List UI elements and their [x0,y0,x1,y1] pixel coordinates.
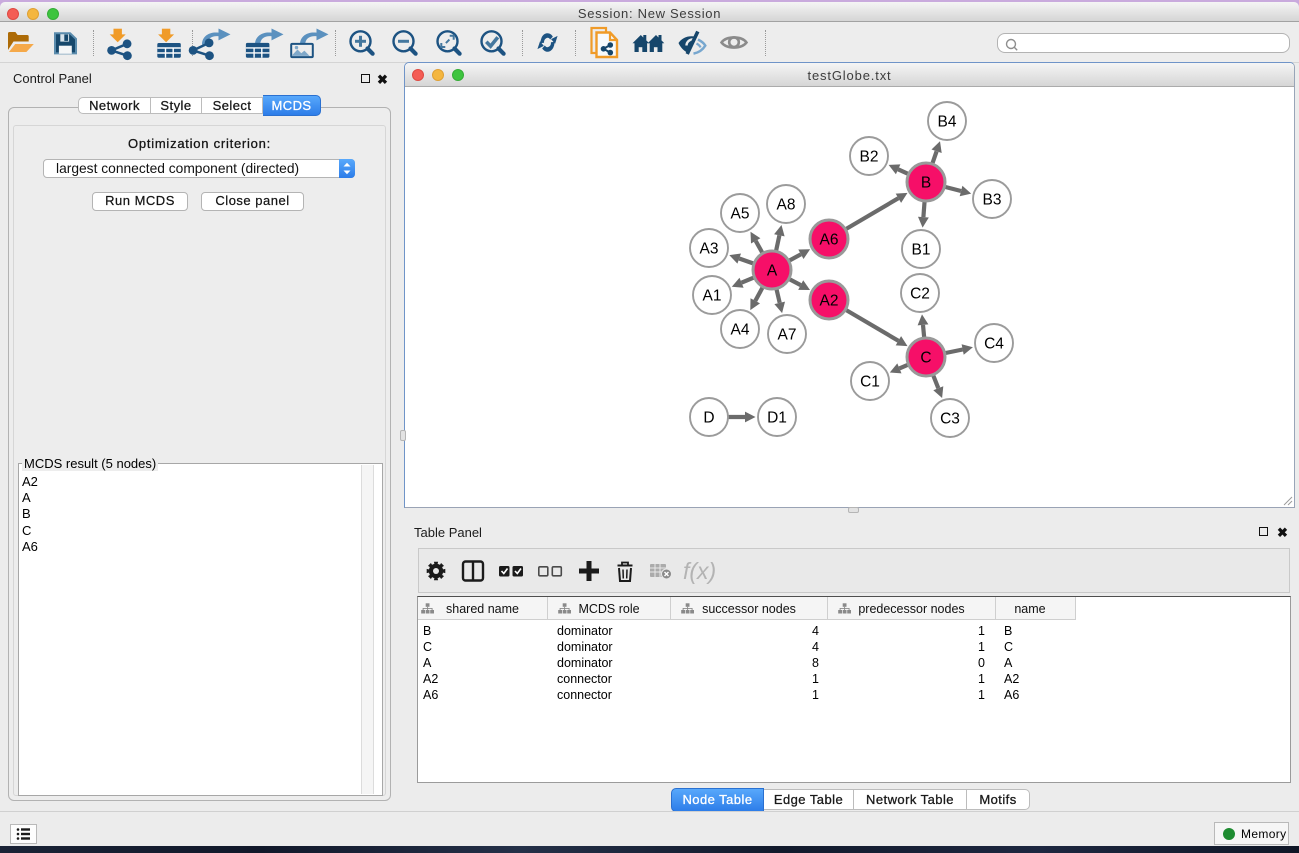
svg-text:C: C [920,350,931,367]
svg-text:A5: A5 [731,206,750,223]
svg-text:B1: B1 [912,242,931,259]
svg-text:B: B [921,175,931,192]
svg-text:f(x): f(x) [683,558,716,584]
svg-text:B4: B4 [938,114,957,131]
svg-text:C2: C2 [910,286,930,303]
svg-text:A4: A4 [731,322,750,339]
svg-text:A8: A8 [777,197,796,214]
svg-text:C4: C4 [984,336,1004,353]
svg-text:A3: A3 [700,241,719,258]
svg-text:A2: A2 [820,293,839,310]
svg-text:C1: C1 [860,374,880,391]
svg-text:A7: A7 [778,327,797,344]
svg-text:C3: C3 [940,411,960,428]
svg-text:B2: B2 [860,149,879,166]
svg-text:D1: D1 [767,410,787,427]
svg-text:A6: A6 [820,232,839,249]
svg-text:B3: B3 [983,192,1002,209]
svg-text:A: A [767,263,778,280]
svg-text:D: D [703,410,714,427]
svg-text:A1: A1 [703,288,722,305]
